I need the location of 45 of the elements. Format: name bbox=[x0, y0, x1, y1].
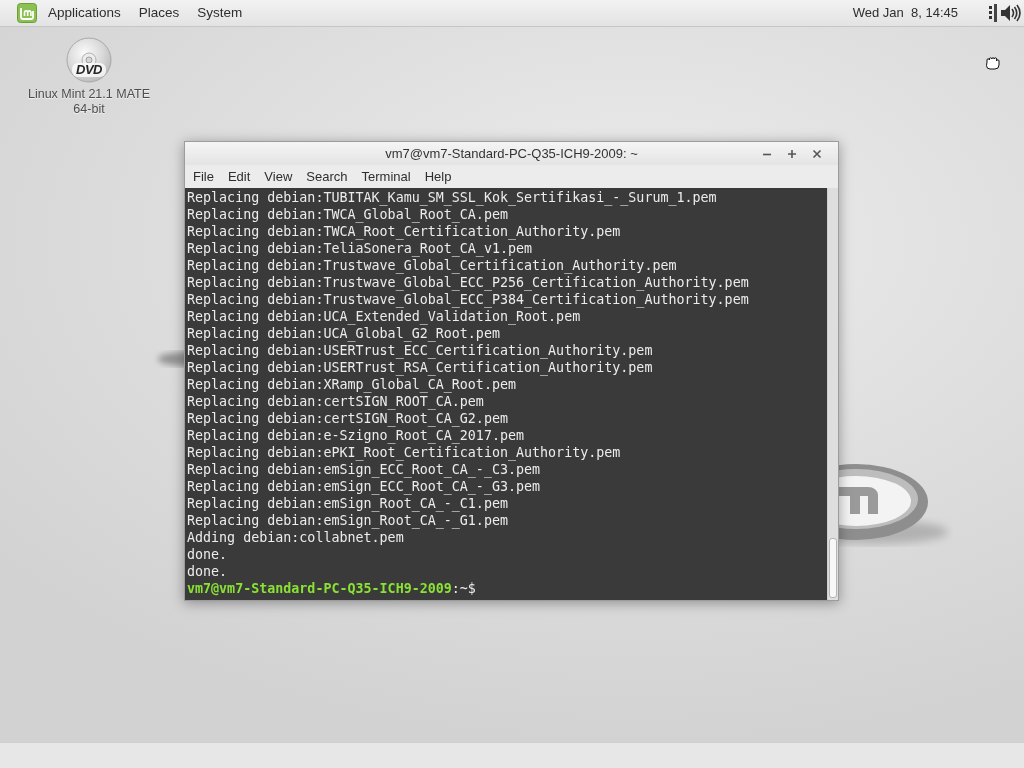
scrollbar[interactable] bbox=[827, 188, 838, 600]
window-title: vm7@vm7-Standard-PC-Q35-ICH9-2009: ~ bbox=[385, 144, 638, 163]
terminal-line: Replacing debian:TWCA_Global_Root_CA.pem bbox=[187, 206, 509, 223]
panel-menu[interactable]: Places bbox=[131, 3, 187, 23]
terminal-prompt: vm7@vm7-Standard-PC-Q35-ICH9-2009:~$ bbox=[187, 580, 477, 597]
menu-item[interactable]: Help bbox=[417, 166, 459, 187]
terminal-line: Replacing debian:Trustwave_Global_ECC_P384_Certification_Authority.pem bbox=[187, 291, 750, 308]
terminal-line: Replacing debian:TWCA_Root_Certification_Authority.pem bbox=[187, 223, 622, 240]
terminal-line: Replacing debian:emSign_Root_CA_-_C1.pem bbox=[187, 495, 509, 512]
hand-cursor-icon bbox=[985, 56, 1001, 70]
clock[interactable]: Wed Jan 8, 14:45 bbox=[852, 3, 958, 23]
panel-menu[interactable]: Applications bbox=[41, 3, 128, 23]
volume-icon[interactable] bbox=[999, 2, 1021, 24]
network-icon[interactable] bbox=[988, 2, 998, 24]
panel-menu[interactable]: System bbox=[190, 3, 250, 23]
terminal-line: Replacing debian:USERTrust_ECC_Certification_Authority.pem bbox=[187, 342, 654, 359]
terminal-line: Replacing debian:emSign_ECC_Root_CA_-_G3.pem bbox=[187, 478, 542, 495]
terminal-line: Replacing debian:USERTrust_RSA_Certification_Authority.pem bbox=[187, 359, 654, 376]
terminal-line: Adding debian:collabnet.pem bbox=[187, 529, 405, 546]
terminal-line: Replacing debian:TeliaSonera_Root_CA_v1.pem bbox=[187, 240, 534, 257]
terminal-line: Replacing debian:certSIGN_ROOT_CA.pem bbox=[187, 393, 485, 410]
menu-item[interactable]: View bbox=[257, 166, 300, 187]
terminal-line: done. bbox=[187, 546, 229, 563]
close-icon bbox=[812, 148, 822, 159]
terminal-line: Replacing debian:XRamp_Global_CA_Root.pem bbox=[187, 376, 517, 393]
terminal-line: Replacing debian:emSign_Root_CA_-_G1.pem bbox=[187, 512, 509, 529]
terminal-line: Replacing debian:Trustwave_Global_ECC_P256_Certification_Authority.pem bbox=[187, 274, 750, 291]
disc-logo-text: DVD bbox=[72, 63, 106, 77]
menu-item[interactable]: Edit bbox=[220, 166, 258, 187]
menu-item[interactable]: Terminal bbox=[354, 166, 418, 187]
terminal-line: Replacing debian:Trustwave_Global_Certification_Authority.pem bbox=[187, 257, 678, 274]
mint-logo-icon[interactable] bbox=[17, 3, 37, 23]
terminal-line: Replacing debian:UCA_Global_G2_Root.pem bbox=[187, 325, 501, 342]
terminal-line: Replacing debian:ePKI_Root_Certification_Authority.pem bbox=[187, 444, 622, 461]
menu-item[interactable]: File bbox=[186, 166, 221, 187]
menu-item[interactable]: Search bbox=[299, 166, 355, 187]
desktop-icon-label[interactable]: Linux Mint 21.1 MATE 64-bit bbox=[18, 87, 160, 117]
terminal-line: Replacing debian:emSign_ECC_Root_CA_-_C3.pem bbox=[187, 461, 542, 478]
terminal-line: Replacing debian:UCA_Extended_Validation_Root.pem bbox=[187, 308, 582, 325]
terminal-line: Replacing debian:certSIGN_Root_CA_G2.pem bbox=[187, 410, 509, 427]
terminal-line: Replacing debian:e-Szigno_Root_CA_2017.pem bbox=[187, 427, 526, 444]
terminal-line: done. bbox=[187, 563, 229, 580]
terminal-line: Replacing debian:TUBITAK_Kamu_SM_SSL_Kok_Sertifikasi_-_Surum_1.pem bbox=[187, 189, 718, 206]
maximize-icon bbox=[787, 148, 797, 159]
scrollbar-thumb[interactable] bbox=[829, 538, 837, 598]
